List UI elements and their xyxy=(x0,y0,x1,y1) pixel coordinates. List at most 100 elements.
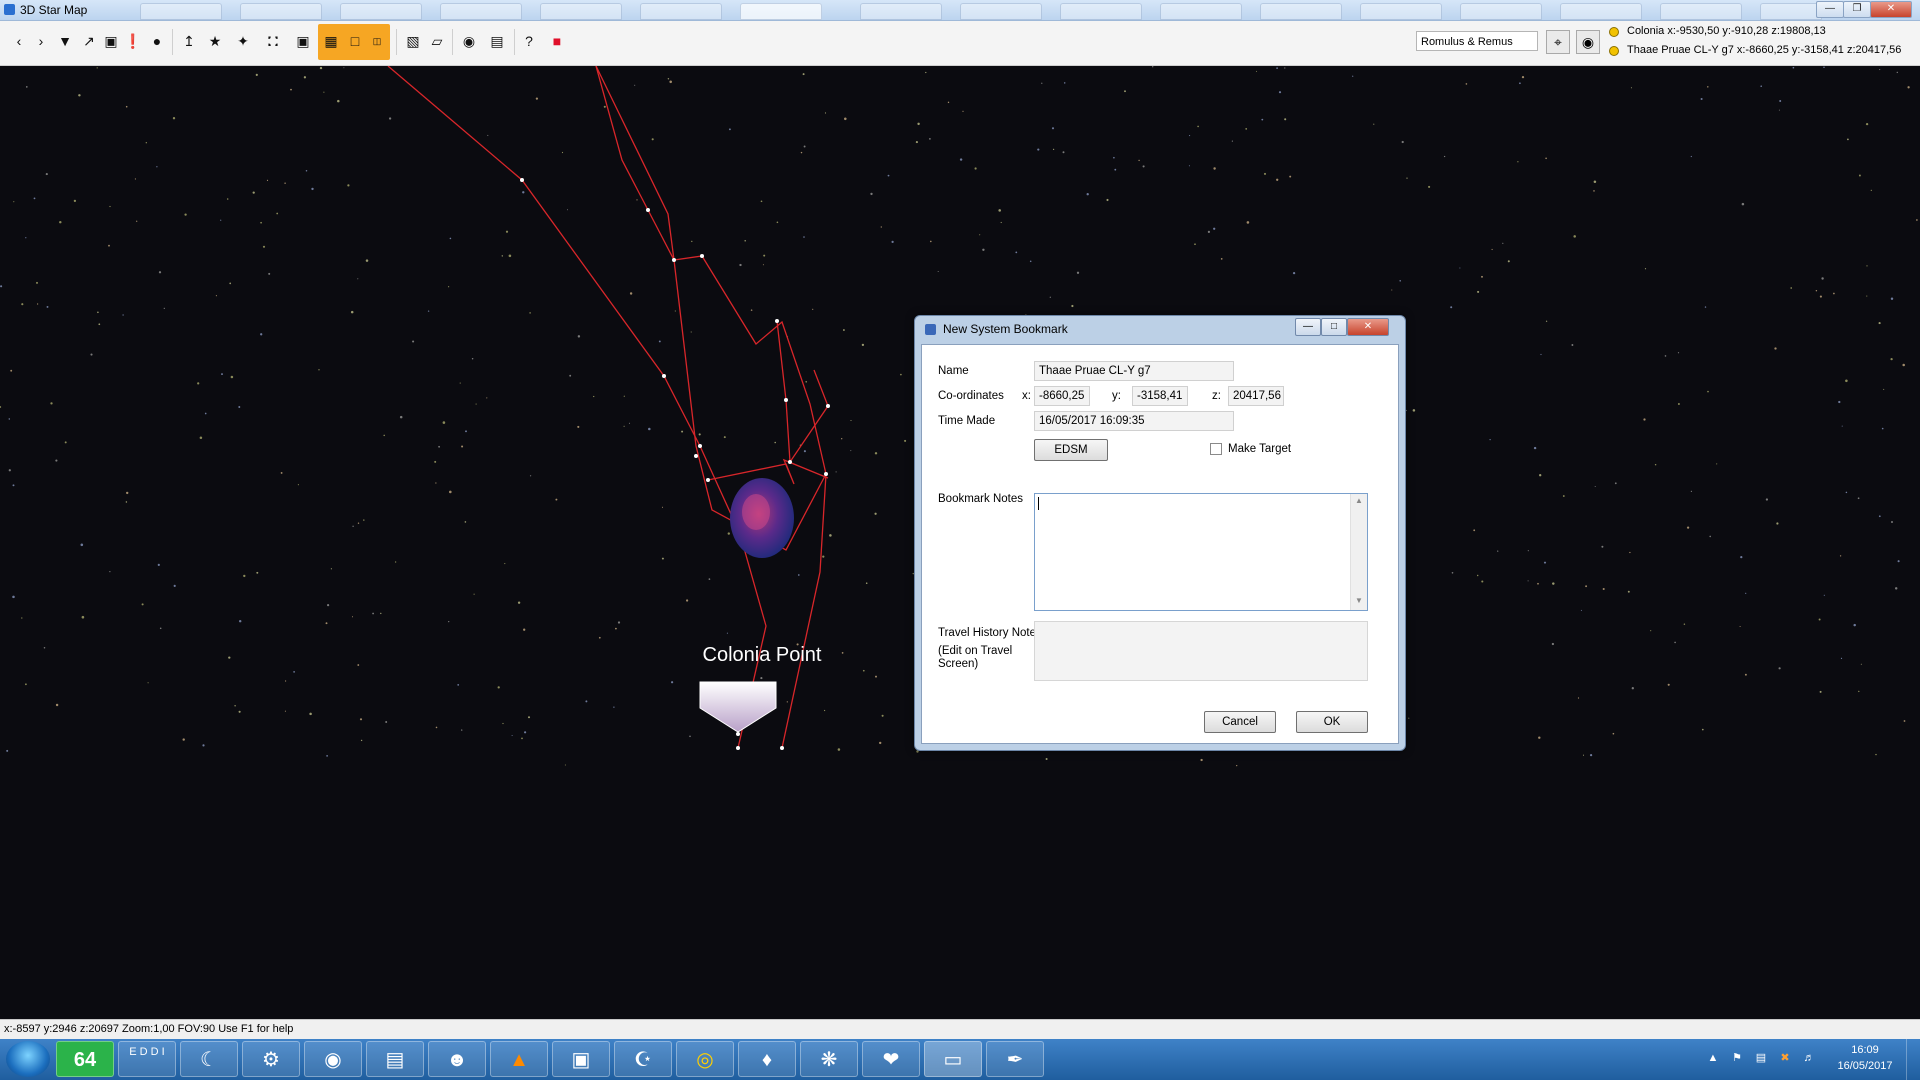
taskbar-app-elite-icon[interactable]: ❤ xyxy=(862,1041,920,1077)
background-tab[interactable] xyxy=(1360,3,1442,20)
taskbar-app-64[interactable]: 64 xyxy=(56,1041,114,1077)
bookmark-notes-textarea[interactable]: ▲ ▼ xyxy=(1034,493,1368,611)
commander-icon[interactable]: ● xyxy=(146,29,168,53)
target-system-input[interactable]: Romulus & Remus xyxy=(1416,31,1538,51)
taskbar-app-car-icon[interactable]: ♦ xyxy=(738,1041,796,1077)
taskbar-app-window-icon[interactable]: ▭ xyxy=(924,1041,982,1077)
forward-icon[interactable]: › xyxy=(30,29,52,53)
background-tab[interactable] xyxy=(960,3,1042,20)
calculator-dropdown-icon[interactable]: ▤ xyxy=(486,29,508,53)
dialog-maximize-button[interactable]: □ xyxy=(1321,318,1347,336)
record-video-dropdown-icon[interactable]: ■ xyxy=(546,29,568,53)
grid-toggle-icon[interactable]: ▦ xyxy=(320,29,342,53)
shield-dropdown-icon[interactable]: ⛚ xyxy=(262,29,284,53)
star-dropdown-icon[interactable]: ★ xyxy=(204,29,226,53)
recenter-icon[interactable]: ▣ xyxy=(100,29,122,53)
taskbar-app-planet-icon[interactable]: ☾ xyxy=(180,1041,238,1077)
clock-time[interactable]: 16:09 xyxy=(1830,1044,1900,1056)
taskbar-app-explorer-icon[interactable]: ▤ xyxy=(366,1041,424,1077)
bookmark-icon[interactable]: ❗ xyxy=(122,29,144,53)
taskbar-app-discord-icon[interactable]: ☻ xyxy=(428,1041,486,1077)
taskbar-app-vlc-icon[interactable]: ▲ xyxy=(490,1041,548,1077)
galaxy-image-dropdown-icon[interactable]: ▣ xyxy=(292,29,314,53)
background-tab[interactable] xyxy=(1160,3,1242,20)
background-tab[interactable] xyxy=(1260,3,1342,20)
make-target-checkbox[interactable] xyxy=(1210,443,1222,455)
home-marker-shape[interactable] xyxy=(699,681,777,733)
route-dropdown-icon[interactable]: ↥ xyxy=(178,29,200,53)
fine-grid-toggle-icon[interactable]: □ xyxy=(344,29,366,53)
view-mode-dropdown-icon[interactable]: ◉ xyxy=(458,29,480,53)
taskbar-app-terminal-icon[interactable]: ▣ xyxy=(552,1041,610,1077)
name-field[interactable]: Thaae Pruae CL-Y g7 xyxy=(1034,361,1234,381)
star-dot xyxy=(1883,388,1885,390)
view-eye-icon[interactable]: ◉ xyxy=(1576,30,1600,54)
tray-alert-icon[interactable]: ✖ xyxy=(1778,1051,1792,1065)
restore-button[interactable]: ❐ xyxy=(1843,1,1871,18)
star-dot xyxy=(497,686,500,689)
background-tab[interactable] xyxy=(640,3,722,20)
star-dot xyxy=(184,213,187,216)
background-tab[interactable] xyxy=(540,3,622,20)
star-dot xyxy=(0,285,3,288)
star-dot xyxy=(238,710,241,713)
background-tab[interactable] xyxy=(340,3,422,20)
background-tab[interactable] xyxy=(1760,3,1822,20)
stars-filter-dropdown-icon[interactable]: ✦ xyxy=(232,29,254,53)
scroll-down-icon[interactable]: ▼ xyxy=(1355,596,1363,605)
star-dot xyxy=(6,749,9,752)
background-tab[interactable] xyxy=(240,3,322,20)
ok-button[interactable]: OK xyxy=(1296,711,1368,733)
background-tab[interactable] xyxy=(1660,3,1742,20)
x-coordinate-field[interactable]: -8660,25 xyxy=(1034,386,1090,406)
background-tab[interactable] xyxy=(440,3,522,20)
taskbar-app-firefox-icon[interactable]: ◉ xyxy=(304,1041,362,1077)
cancel-button[interactable]: Cancel xyxy=(1204,711,1276,733)
clock-date[interactable]: 16/05/2017 xyxy=(1830,1060,1900,1072)
close-button[interactable]: ✕ xyxy=(1870,1,1912,18)
edsm-button[interactable]: EDSM xyxy=(1034,439,1108,461)
star-dot xyxy=(1406,177,1408,179)
table-view-icon[interactable]: ▧ xyxy=(402,29,424,53)
star-dot xyxy=(1152,66,1154,68)
home-system-icon[interactable]: ▼ xyxy=(54,29,76,53)
taskbar-app-steam-icon[interactable]: ⚙ xyxy=(242,1041,300,1077)
dialog-minimize-button[interactable]: — xyxy=(1295,318,1321,336)
background-tab[interactable] xyxy=(860,3,942,20)
background-tab[interactable] xyxy=(1560,3,1642,20)
coordinates-toggle-icon[interactable]: ◫ xyxy=(366,29,388,53)
goto-icon[interactable]: ↗ xyxy=(78,29,100,53)
back-icon[interactable]: ‹ xyxy=(8,29,30,53)
scroll-up-icon[interactable]: ▲ xyxy=(1355,496,1363,505)
tray-volume-icon[interactable]: ♬ xyxy=(1802,1051,1816,1065)
tray-flag-icon[interactable]: ⚑ xyxy=(1730,1051,1744,1065)
star-dot xyxy=(1612,732,1615,735)
minimize-button[interactable]: — xyxy=(1816,1,1844,18)
star-dot xyxy=(1629,551,1631,554)
center-on-target-icon[interactable]: ⌖ xyxy=(1546,30,1570,54)
perspective-icon[interactable]: ▱ xyxy=(426,29,448,53)
taskbar-app-edd[interactable]: E D D I xyxy=(118,1041,176,1077)
star-dot xyxy=(260,221,262,224)
taskbar-app-settings-icon[interactable]: ❋ xyxy=(800,1041,858,1077)
background-tab[interactable] xyxy=(1460,3,1542,20)
taskbar-app-paint-icon[interactable]: ✒ xyxy=(986,1041,1044,1077)
background-tab[interactable] xyxy=(140,3,222,20)
show-desktop-button[interactable] xyxy=(1906,1039,1920,1080)
star-dot xyxy=(1902,363,1905,367)
help-icon[interactable]: ? xyxy=(518,29,540,53)
background-tab[interactable] xyxy=(1060,3,1142,20)
dialog-close-button[interactable]: ✕ xyxy=(1347,318,1389,336)
tray-network-icon[interactable]: ▤ xyxy=(1754,1051,1768,1065)
start-button[interactable] xyxy=(6,1041,50,1077)
make-target-label[interactable]: Make Target xyxy=(1228,443,1291,455)
taskbar-app-voice-icon[interactable]: ☪ xyxy=(614,1041,672,1077)
star-dot xyxy=(1821,277,1824,280)
z-coordinate-field[interactable]: 20417,56 xyxy=(1228,386,1284,406)
y-coordinate-field[interactable]: -3158,41 xyxy=(1132,386,1188,406)
background-tab-active[interactable] xyxy=(740,3,822,20)
taskbar-app-chrome-icon[interactable]: ◎ xyxy=(676,1041,734,1077)
tray-expand-icon[interactable]: ▲ xyxy=(1706,1051,1720,1065)
notes-scrollbar[interactable]: ▲ ▼ xyxy=(1350,494,1367,610)
star-dot xyxy=(561,151,564,154)
